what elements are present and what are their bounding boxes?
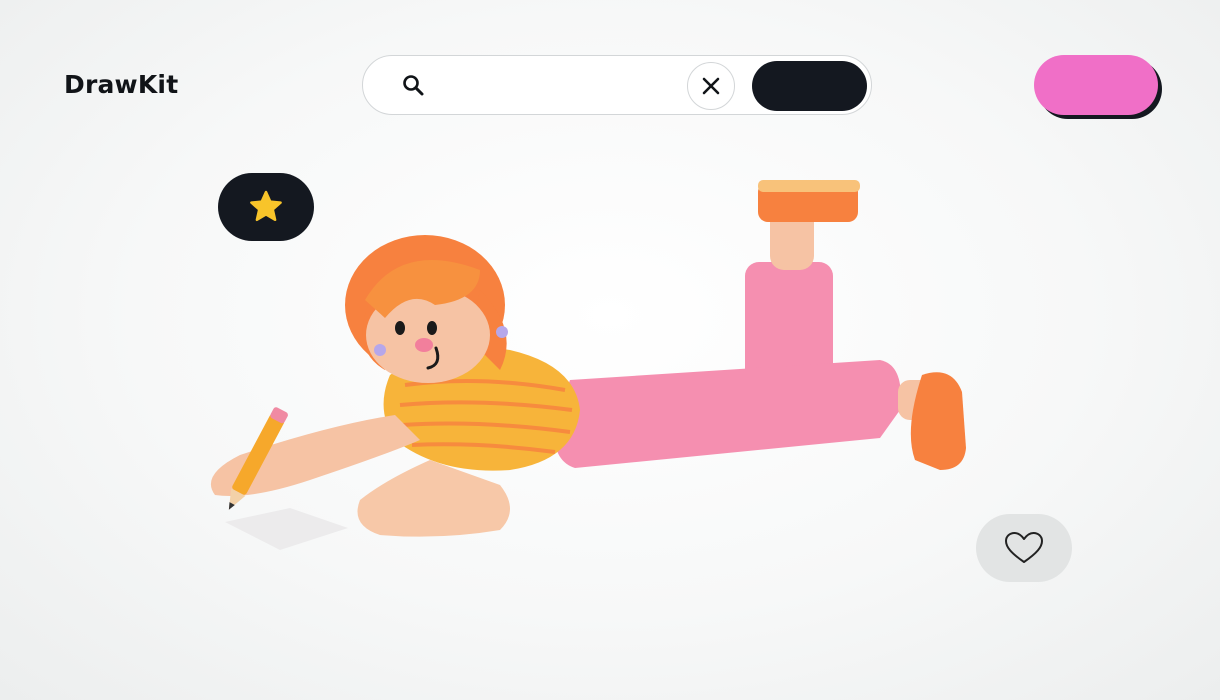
primary-action-button[interactable] xyxy=(1034,55,1158,115)
clear-search-button[interactable] xyxy=(687,62,735,110)
foot-shoe xyxy=(910,372,966,470)
like-button[interactable] xyxy=(976,514,1072,582)
search-icon xyxy=(403,75,424,96)
paper-sheet xyxy=(225,508,348,550)
character-illustration xyxy=(210,180,966,550)
lower-leg xyxy=(554,360,901,468)
heart-icon xyxy=(1005,532,1043,563)
brand-logo[interactable]: DrawKit xyxy=(64,70,178,99)
close-icon xyxy=(702,77,720,95)
search-submit-button[interactable] xyxy=(752,61,867,111)
search-bar xyxy=(362,55,872,115)
resting-arm xyxy=(357,460,510,537)
